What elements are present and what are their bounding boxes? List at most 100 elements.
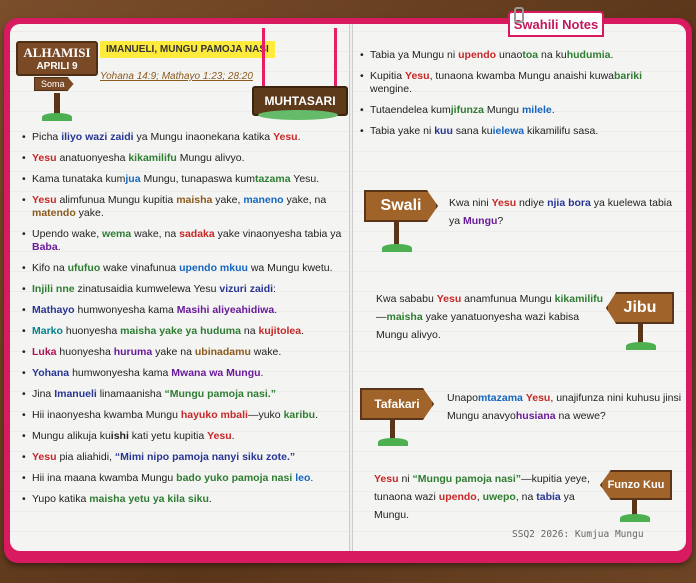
text-run: . — [231, 430, 235, 442]
summary-bullet: Upendo wake, wema wake, na sadaka yake v… — [22, 228, 348, 254]
highlighted-word: Yesu — [32, 451, 57, 463]
text-run: ndiye — [516, 197, 548, 209]
summary-bullet: Tabia yake ni kuu sana kuielewa kikamili… — [360, 125, 680, 138]
highlighted-word: hudumia — [566, 49, 611, 61]
text-run: wake. — [250, 346, 282, 358]
summary-bullet: Hii ina maana kwamba Mungu bado yuko pam… — [22, 472, 348, 485]
day-label: ALHAMISI — [23, 45, 91, 60]
highlighted-word: kuu — [434, 125, 453, 137]
text-run: Kama tunataka kum — [32, 173, 126, 185]
lesson-title: IMANUELI, MUNGU PAMOJA NASI — [100, 41, 275, 58]
summary-bullet: Tutaendelea kumjifunza Mungu milele. — [360, 104, 680, 117]
tafakari-question-text: Unapomtazama Yesu, unajifunza nini kuhus… — [447, 389, 683, 425]
highlighted-word: njia bora — [547, 197, 591, 209]
text-run: anatuonyesha — [56, 152, 129, 164]
highlighted-word: Masihi aliyeahidiwa — [176, 304, 275, 316]
text-run: . — [610, 49, 614, 61]
summary-bullet: Luka huonyesha huruma yake na ubinadamu … — [22, 346, 348, 359]
grass-icon — [382, 244, 412, 252]
grass-icon — [620, 514, 650, 522]
summary-bullet: Yesu pia aliahidi, “Mimi nipo pamoja nan… — [22, 451, 348, 464]
text-run: Mungu alivyo. — [176, 152, 245, 164]
summary-bullet: Mathayo humwonyesha kama Masihi aliyeahi… — [22, 304, 348, 317]
text-run: huonyesha — [62, 325, 121, 337]
text-run: . — [297, 131, 301, 143]
highlighted-word: Mungu — [463, 215, 498, 227]
text-run: Jina — [32, 388, 55, 400]
hanging-ribbon — [262, 28, 265, 88]
text-run: wa Mungu kwetu. — [247, 262, 333, 274]
highlighted-word: wema — [102, 228, 132, 240]
tab-label: Swahili Notes — [513, 16, 599, 32]
text-run: ni — [398, 473, 413, 485]
text-run: Tabia ya Mungu ni — [370, 49, 459, 61]
highlighted-word: Yohana — [32, 367, 70, 379]
text-run: yake, — [212, 194, 244, 206]
highlighted-word: vizuri zaidi — [219, 283, 274, 295]
text-run: yake, na — [283, 194, 327, 206]
highlighted-word: kikamilifu — [128, 152, 177, 164]
highlighted-word: Yesu — [32, 152, 57, 164]
paperclip-icon — [514, 7, 524, 23]
funzo-kuu-signpost: Funzo Kuu — [600, 470, 672, 522]
highlighted-word: Yesu — [436, 293, 462, 305]
text-run: Hii ina maana kwamba Mungu — [32, 472, 177, 484]
text-run: . — [208, 493, 212, 505]
tafakari-signpost: Tafakari — [360, 388, 434, 446]
text-run: humwonyesha kama — [74, 304, 177, 316]
text-run: . — [260, 367, 264, 379]
text-run: Picha — [32, 131, 62, 143]
text-run: Mungu alikuja ku — [32, 430, 111, 442]
notebook-spine — [349, 24, 353, 551]
summary-bullet: Mungu alikuja kuishi kati yetu kupitia Y… — [22, 430, 348, 443]
funzo-kuu-text: Yesu ni “Mungu pamoja nasi”—kupitia yeye… — [374, 470, 604, 524]
text-run: . — [310, 472, 314, 484]
soma-arrow: Soma — [34, 77, 74, 91]
text-run: wake vinafunua — [100, 262, 180, 274]
text-run: : — [273, 283, 276, 295]
highlighted-word: upendo mkuu — [179, 262, 248, 274]
text-run: linamaanisha — [96, 388, 165, 400]
highlighted-word: Marko — [32, 325, 63, 337]
highlighted-word: iliyo wazi zaidi — [61, 131, 134, 143]
text-run: na wewe? — [555, 410, 606, 422]
grass-icon — [378, 438, 408, 446]
summary-bullet: Yohana humwonyesha kama Mwana wa Mungu. — [22, 367, 348, 380]
highlighted-word: Imanueli — [54, 388, 97, 400]
summary-bullet-list-continued: Tabia ya Mungu ni upendo unaotoa na kuhu… — [360, 49, 680, 146]
grass-icon — [42, 113, 72, 121]
text-run: — — [376, 311, 387, 323]
text-run: , na — [515, 491, 537, 503]
highlighted-word: upendo — [458, 49, 497, 61]
text-run: Upendo wake, — [32, 228, 103, 240]
scripture-reference[interactable]: Yohana 14:9; Mathayo 1:23; 28:20 — [100, 71, 253, 82]
highlighted-word: uwepo — [482, 491, 516, 503]
highlighted-word: toa — [522, 49, 539, 61]
swahili-notes-tab[interactable]: Swahili Notes — [508, 7, 604, 37]
summary-bullet: Yupo katika maisha yetu ya kila siku. — [22, 493, 348, 506]
highlighted-word: Yesu — [405, 70, 430, 82]
summary-bullet: Yesu alimfunua Mungu kupitia maisha yake… — [22, 194, 348, 220]
highlighted-word: jifunza — [450, 104, 484, 116]
summary-bullet: Jina Imanueli linamaanisha “Mungu pamoja… — [22, 388, 348, 401]
grass-icon — [626, 342, 656, 350]
highlighted-word: upendo — [438, 491, 477, 503]
text-run: na ku — [538, 49, 567, 61]
highlighted-word: matendo — [32, 207, 76, 219]
text-run: anamfunua Mungu — [461, 293, 555, 305]
text-run: . — [274, 304, 278, 316]
text-run: . — [551, 104, 555, 116]
summary-bullet-list: Picha iliyo wazi zaidi ya Mungu inaoneka… — [22, 131, 348, 514]
highlighted-word: ubinadamu — [194, 346, 251, 358]
highlighted-word: Injili nne — [32, 283, 75, 295]
summary-bullet: Kupitia Yesu, tunaona kwamba Mungu anais… — [360, 70, 680, 96]
highlighted-word: maisha — [176, 194, 213, 206]
text-run: Unapo — [447, 392, 478, 404]
highlighted-word: Yesu — [207, 430, 232, 442]
summary-bullet: Kama tunataka kumjua Mungu, tunapaswa ku… — [22, 173, 348, 186]
highlighted-word: milele — [521, 104, 552, 116]
text-run: kikamilifu sasa. — [524, 125, 599, 137]
highlighted-word: bariki — [614, 70, 643, 82]
swali-signpost: Swali — [364, 190, 438, 252]
text-run: unao — [496, 49, 523, 61]
